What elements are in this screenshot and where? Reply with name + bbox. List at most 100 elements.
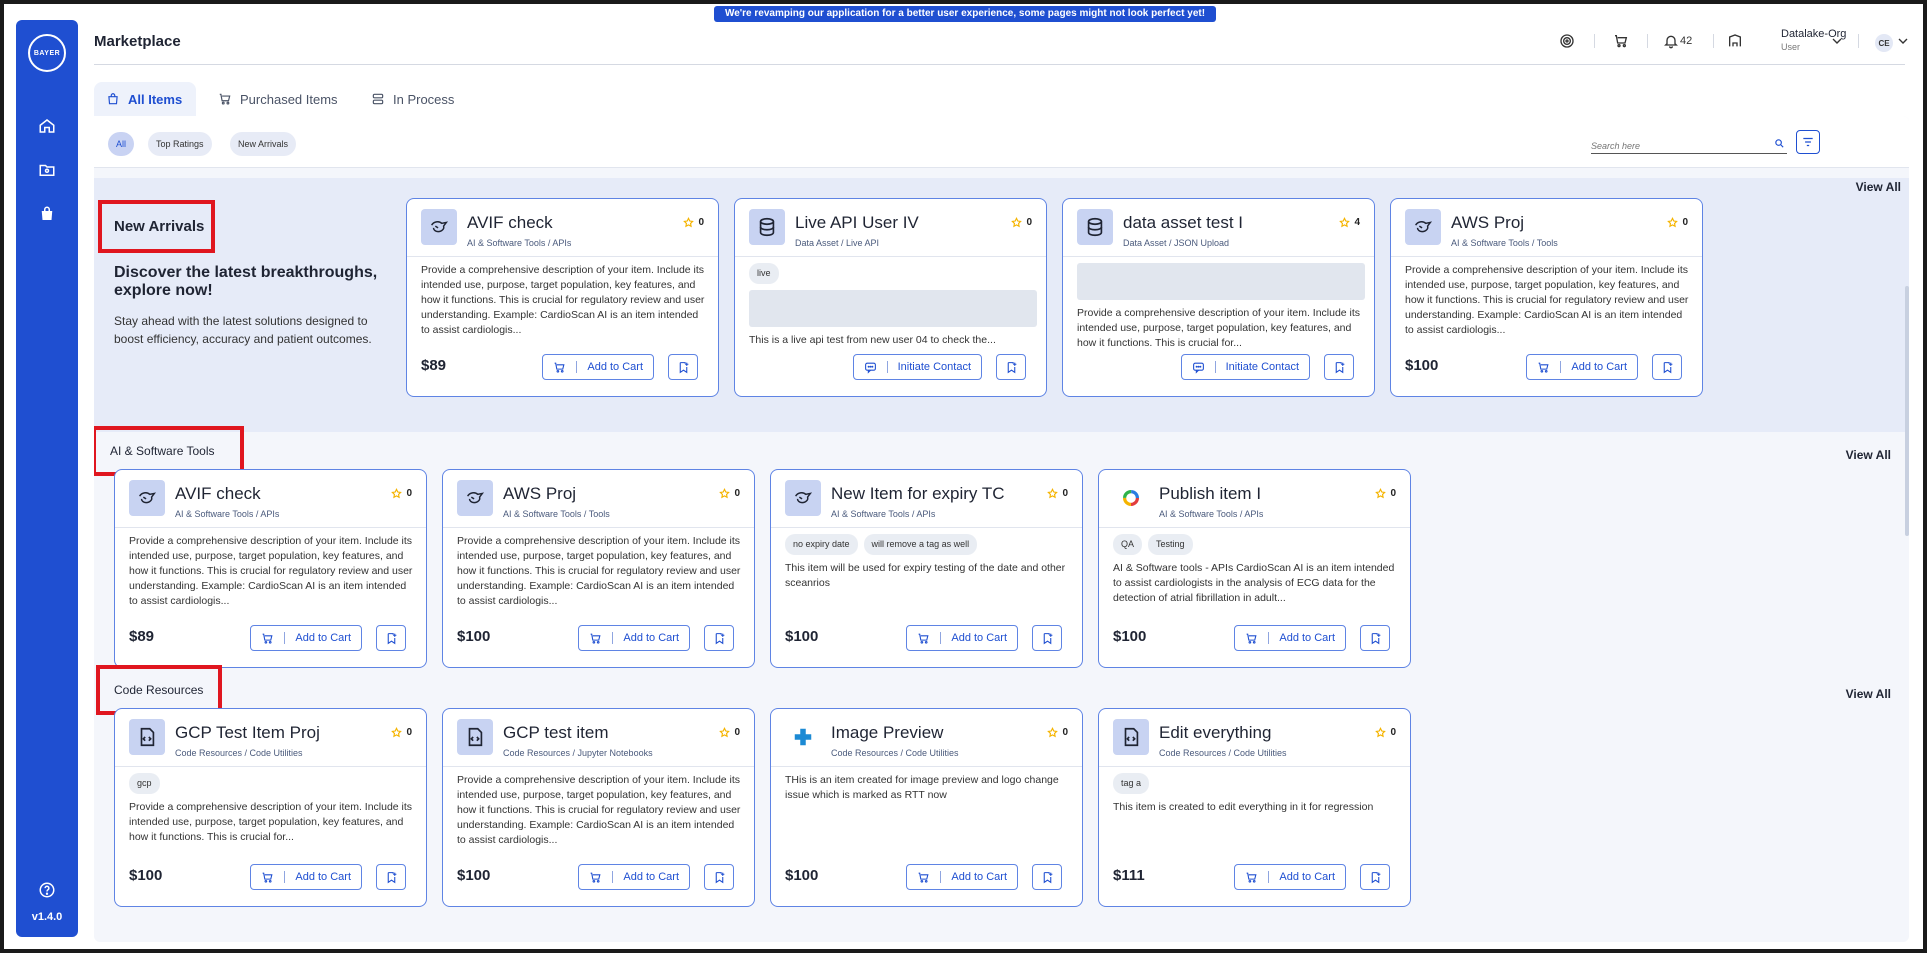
item-card[interactable]: Image Preview Code Resources / Code Utili… [770,708,1083,907]
view-all-link[interactable]: View All [1846,687,1891,701]
add-bookmark-button[interactable] [1360,625,1390,651]
item-description-block: Provide a comprehensive description of y… [1077,263,1365,351]
add-to-cart-button[interactable]: Add to Cart [250,864,362,890]
add-to-cart-button[interactable]: Add to Cart [542,354,654,380]
add-bookmark-button[interactable] [996,354,1026,380]
add-to-cart-button[interactable]: Add to Cart [1526,354,1638,380]
help-icon[interactable] [37,880,57,900]
item-card[interactable]: data asset test I Data Asset / JSON Uploa… [1062,198,1375,397]
button-label: Add to Cart [1571,361,1627,373]
add-bookmark-button[interactable] [668,354,698,380]
item-title[interactable]: AWS Proj [503,484,576,504]
item-card[interactable]: Edit everything Code Resources / Code Uti… [1098,708,1411,907]
marketplace-bag-icon[interactable] [37,204,57,224]
item-card[interactable]: AVIF check AI & Software Tools / APIs 0 Pro… [114,469,427,668]
add-to-cart-button[interactable]: Add to Cart [1234,625,1346,651]
item-title[interactable]: AVIF check [175,484,261,504]
initiate-contact-button[interactable]: Initiate Contact [852,354,982,380]
tab-all-items[interactable]: All Items [94,82,196,116]
rating-value: 4 [1354,217,1360,228]
item-card[interactable]: AWS Proj AI & Software Tools / Tools 0 Prov… [442,469,755,668]
add-to-cart-button[interactable]: Add to Cart [578,864,690,890]
add-bookmark-button[interactable] [1032,625,1062,651]
item-category: Data Asset / JSON Upload [1123,238,1230,248]
bayer-logo[interactable]: BAYER [28,34,66,72]
item-description: Provide a comprehensive description of y… [457,535,741,607]
header-separator [1713,34,1714,48]
add-bookmark-button[interactable] [1324,354,1354,380]
bell-icon[interactable] [1660,30,1682,52]
add-to-cart-button[interactable]: Add to Cart [250,625,362,651]
item-thumbnail-icon [129,480,165,516]
search-input[interactable] [1591,141,1761,151]
item-card[interactable]: New Item for expiry TC AI & Software Tool… [770,469,1083,668]
item-description-block: live This is a live api test from new use… [749,263,1037,348]
filter-button[interactable] [1796,130,1820,154]
item-title[interactable]: Live API User IV [795,213,919,233]
chevron-down-icon[interactable] [1892,30,1914,52]
view-all-link[interactable]: View All [1856,180,1901,194]
filter-chip-new-arrivals[interactable]: New Arrivals [230,132,297,156]
item-description: Provide a comprehensive description of y… [457,774,741,846]
home-icon[interactable] [37,116,57,136]
card-divider [771,766,1082,767]
avatar[interactable]: CE [1875,34,1893,52]
item-title[interactable]: Image Preview [831,723,943,743]
view-all-link[interactable]: View All [1846,448,1891,462]
tab-in-process[interactable]: In Process [359,82,466,116]
item-card[interactable]: GCP test item Code Resources / Jupyter No… [442,708,755,907]
item-description: This item will be used for expiry testin… [785,562,1066,589]
rating-value: 0 [698,217,704,228]
add-to-cart-button[interactable]: Add to Cart [906,625,1018,651]
main-content: All Top Ratings New Arrivals New Arrival… [94,116,1909,942]
add-bookmark-button[interactable] [704,864,734,890]
item-title[interactable]: New Item for expiry TC [831,484,1005,504]
item-title[interactable]: data asset test I [1123,213,1243,233]
item-card[interactable]: Publish item I AI & Software Tools / APIs… [1098,469,1411,668]
cart-icon[interactable] [1610,30,1632,52]
item-card[interactable]: GCP Test Item Proj Code Resources / Code … [114,708,427,907]
button-label: Add to Cart [295,632,351,644]
target-icon[interactable] [1556,30,1578,52]
bookmark-add-icon [1041,632,1054,645]
sidebar: BAYER v1.4.0 [16,20,78,937]
item-description-block: gcp Provide a comprehensive description o… [129,773,417,845]
item-thumbnail-icon [785,719,821,755]
add-bookmark-button[interactable] [376,625,406,651]
header-separator [1594,34,1595,48]
item-rating: 0 [1047,727,1068,738]
add-bookmark-button[interactable] [1652,354,1682,380]
rating-value: 0 [1062,488,1068,499]
item-card[interactable]: Live API User IV Data Asset / Live API 0 li… [734,198,1047,397]
item-title[interactable]: Publish item I [1159,484,1261,504]
tag-list: gcp [129,773,417,794]
filter-chip-all[interactable]: All [108,132,135,156]
add-bookmark-button[interactable] [704,625,734,651]
item-card[interactable]: AVIF check AI & Software Tools / APIs 0 Pro… [406,198,719,397]
item-rating: 0 [719,727,740,738]
tab-label: Purchased Items [240,91,338,107]
item-card[interactable]: AWS Proj AI & Software Tools / Tools 0 Prov… [1390,198,1703,397]
item-title[interactable]: Edit everything [1159,723,1271,743]
add-bookmark-button[interactable] [376,864,406,890]
add-bookmark-button[interactable] [1360,864,1390,890]
item-title[interactable]: GCP test item [503,723,609,743]
filter-chip-top-ratings[interactable]: Top Ratings [148,132,212,156]
add-bookmark-button[interactable] [1032,864,1062,890]
item-tag: no expiry date [785,534,858,555]
item-title[interactable]: AWS Proj [1451,213,1524,233]
item-title[interactable]: GCP Test Item Proj [175,723,320,743]
bookmark-add-icon [385,871,398,884]
add-to-cart-button[interactable]: Add to Cart [1234,864,1346,890]
tabs: All Items Purchased Items In Process [94,82,1909,116]
item-title[interactable]: AVIF check [467,213,553,233]
add-to-cart-button[interactable]: Add to Cart [906,864,1018,890]
tab-purchased-items[interactable]: Purchased Items [206,82,350,116]
scrollbar[interactable] [1905,286,1909,536]
chevron-down-icon[interactable] [1826,30,1848,52]
folder-icon[interactable] [37,160,57,180]
add-to-cart-button[interactable]: Add to Cart [578,625,690,651]
search-icon[interactable] [1774,138,1785,149]
cart-icon [917,871,930,884]
initiate-contact-button[interactable]: Initiate Contact [1180,354,1310,380]
